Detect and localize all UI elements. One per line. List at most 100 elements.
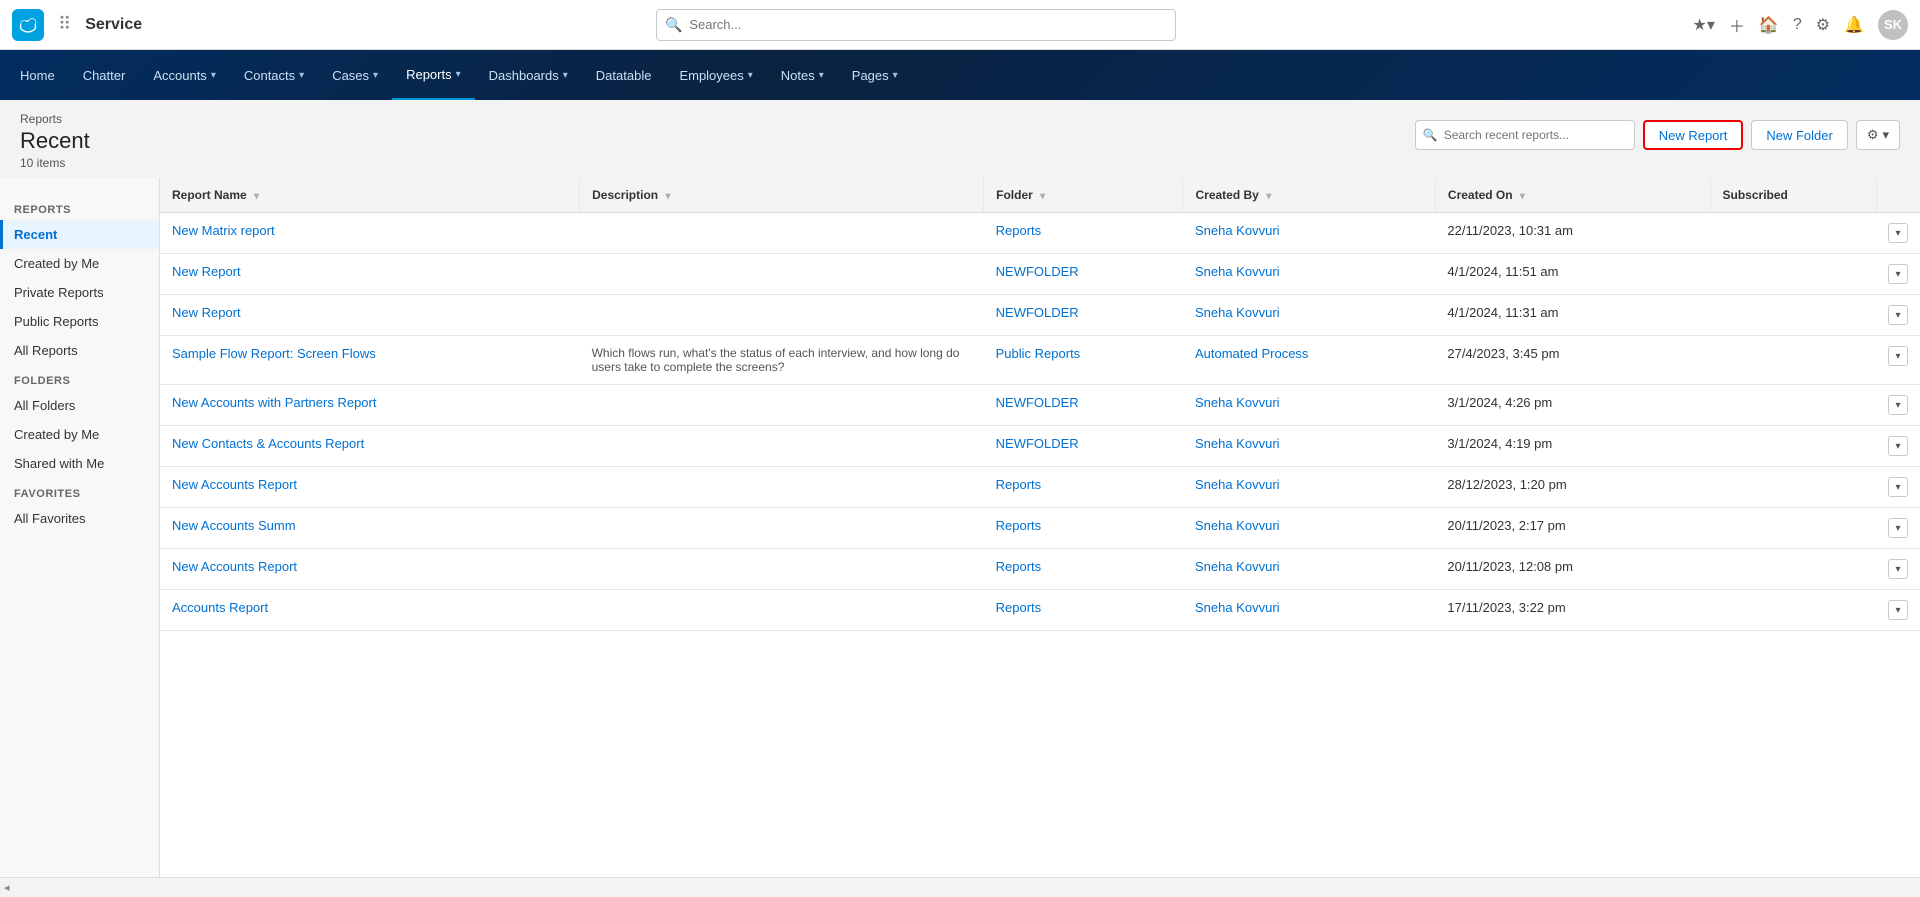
created-by-link[interactable]: Sneha Kovvuri: [1195, 436, 1280, 451]
created-by-link[interactable]: Sneha Kovvuri: [1195, 600, 1280, 615]
app-grid-icon[interactable]: ⠿: [58, 14, 71, 35]
nav-contacts[interactable]: Contacts ▾: [230, 50, 318, 100]
created-by-link[interactable]: Sneha Kovvuri: [1195, 223, 1280, 238]
created-by-link[interactable]: Sneha Kovvuri: [1195, 305, 1280, 320]
report-name-link[interactable]: Sample Flow Report: Screen Flows: [172, 346, 376, 361]
nav-employees[interactable]: Employees ▾: [665, 50, 766, 100]
report-description: [580, 295, 984, 336]
folder-link[interactable]: NEWFOLDER: [996, 395, 1079, 410]
pages-chevron-icon: ▾: [893, 70, 898, 81]
report-name-link[interactable]: New Contacts & Accounts Report: [172, 436, 364, 451]
sidebar-item-recent[interactable]: Recent: [0, 220, 159, 249]
sidebar-item-public-reports[interactable]: Public Reports: [0, 307, 159, 336]
search-reports-input[interactable]: [1415, 120, 1635, 150]
subscribed: [1710, 467, 1876, 508]
global-search-input[interactable]: [656, 9, 1176, 41]
folder-link[interactable]: Reports: [996, 518, 1042, 533]
new-folder-button[interactable]: New Folder: [1751, 120, 1847, 150]
sidebar-item-folders-created-by-me[interactable]: Created by Me: [0, 420, 159, 449]
table-row: New Contacts & Accounts Report NEWFOLDER S…: [160, 426, 1920, 467]
report-name-link[interactable]: New Accounts with Partners Report: [172, 395, 376, 410]
created-by-link[interactable]: Sneha Kovvuri: [1195, 395, 1280, 410]
col-folder[interactable]: Folder ▾: [984, 178, 1183, 213]
page-header: Reports Recent 10 items 🔍 New Report New…: [0, 100, 1920, 178]
help-icon[interactable]: ?: [1793, 16, 1802, 34]
nav-pages[interactable]: Pages ▾: [838, 50, 912, 100]
sidebar-item-all-favorites[interactable]: All Favorites: [0, 504, 159, 533]
favorites-icon[interactable]: ★▾: [1693, 15, 1715, 35]
row-action-dropdown[interactable]: ▾: [1888, 477, 1908, 497]
created-by-link[interactable]: Sneha Kovvuri: [1195, 559, 1280, 574]
nav-chatter[interactable]: Chatter: [69, 50, 140, 100]
row-action-dropdown[interactable]: ▾: [1888, 559, 1908, 579]
scroll-left-icon[interactable]: ◂: [4, 881, 10, 894]
global-search-icon: 🔍: [665, 16, 682, 33]
report-name-link[interactable]: Accounts Report: [172, 600, 268, 615]
report-name-link[interactable]: New Matrix report: [172, 223, 275, 238]
created-by-link[interactable]: Sneha Kovvuri: [1195, 518, 1280, 533]
table-row: New Accounts SummReportsSneha Kovvuri20/…: [160, 508, 1920, 549]
nav-reports[interactable]: Reports ▾: [392, 50, 475, 100]
created-by-link[interactable]: Sneha Kovvuri: [1195, 477, 1280, 492]
row-action-dropdown[interactable]: ▾: [1888, 600, 1908, 620]
folder-link[interactable]: NEWFOLDER: [996, 264, 1079, 279]
nav-cases[interactable]: Cases ▾: [318, 50, 392, 100]
sidebar-item-created-by-me[interactable]: Created by Me: [0, 249, 159, 278]
report-name-link[interactable]: New Accounts Report: [172, 559, 297, 574]
settings-dropdown-button[interactable]: ⚙ ▾: [1856, 120, 1900, 150]
salesforce-logo[interactable]: [12, 9, 44, 41]
settings-chevron-icon: ▾: [1882, 127, 1889, 143]
report-name-sort-icon: ▾: [254, 191, 259, 202]
created-by-link[interactable]: Sneha Kovvuri: [1195, 264, 1280, 279]
nav-home-label: Home: [20, 68, 55, 83]
row-action-dropdown[interactable]: ▾: [1888, 436, 1908, 456]
nav-notes[interactable]: Notes ▾: [767, 50, 838, 100]
created-on: 22/11/2023, 10:31 am: [1435, 213, 1710, 254]
folder-link[interactable]: Reports: [996, 223, 1042, 238]
report-name-link[interactable]: New Accounts Summ: [172, 518, 296, 533]
row-action-dropdown[interactable]: ▾: [1888, 518, 1908, 538]
bell-icon[interactable]: 🔔: [1844, 15, 1864, 35]
new-report-button[interactable]: New Report: [1643, 120, 1744, 150]
sidebar-item-shared-with-me[interactable]: Shared with Me: [0, 449, 159, 478]
nav-dashboards[interactable]: Dashboards ▾: [475, 50, 582, 100]
sidebar-item-all-reports[interactable]: All Reports: [0, 336, 159, 365]
report-name-link[interactable]: New Report: [172, 305, 241, 320]
col-created-on[interactable]: Created On ▾: [1435, 178, 1710, 213]
table-row: New Accounts ReportReportsSneha Kovvuri2…: [160, 549, 1920, 590]
row-action-dropdown[interactable]: ▾: [1888, 264, 1908, 284]
report-description: [580, 385, 984, 426]
cases-chevron-icon: ▾: [373, 70, 378, 81]
col-report-name[interactable]: Report Name ▾: [160, 178, 580, 213]
folder-link[interactable]: Public Reports: [996, 346, 1081, 361]
row-action-dropdown[interactable]: ▾: [1888, 223, 1908, 243]
avatar[interactable]: SK: [1878, 10, 1908, 40]
col-actions: [1876, 178, 1920, 213]
folder-link[interactable]: NEWFOLDER: [996, 436, 1079, 451]
accounts-chevron-icon: ▾: [211, 70, 216, 81]
add-icon[interactable]: ＋: [1729, 13, 1745, 37]
table-row: Sample Flow Report: Screen FlowsWhich fl…: [160, 336, 1920, 385]
nav-accounts-label: Accounts: [153, 68, 206, 83]
col-created-by[interactable]: Created By ▾: [1183, 178, 1435, 213]
col-description[interactable]: Description ▾: [580, 178, 984, 213]
nav-home[interactable]: Home: [6, 50, 69, 100]
report-name-link[interactable]: New Accounts Report: [172, 477, 297, 492]
folder-link[interactable]: NEWFOLDER: [996, 305, 1079, 320]
nav-datatable[interactable]: Datatable: [582, 50, 666, 100]
folder-link[interactable]: Reports: [996, 477, 1042, 492]
settings-icon[interactable]: ⚙: [1816, 15, 1830, 35]
row-action-dropdown[interactable]: ▾: [1888, 346, 1908, 366]
report-name-link[interactable]: New Report: [172, 264, 241, 279]
sidebar-item-private-reports[interactable]: Private Reports: [0, 278, 159, 307]
main-layout: REPORTS Recent Created by Me Private Rep…: [0, 178, 1920, 877]
row-action-dropdown[interactable]: ▾: [1888, 395, 1908, 415]
setup-icon[interactable]: 🏠: [1759, 15, 1779, 35]
settings-gear-icon: ⚙: [1867, 127, 1879, 143]
nav-accounts[interactable]: Accounts ▾: [139, 50, 230, 100]
row-action-dropdown[interactable]: ▾: [1888, 305, 1908, 325]
created-by-link[interactable]: Automated Process: [1195, 346, 1308, 361]
sidebar-item-all-folders[interactable]: All Folders: [0, 391, 159, 420]
folder-link[interactable]: Reports: [996, 559, 1042, 574]
folder-link[interactable]: Reports: [996, 600, 1042, 615]
